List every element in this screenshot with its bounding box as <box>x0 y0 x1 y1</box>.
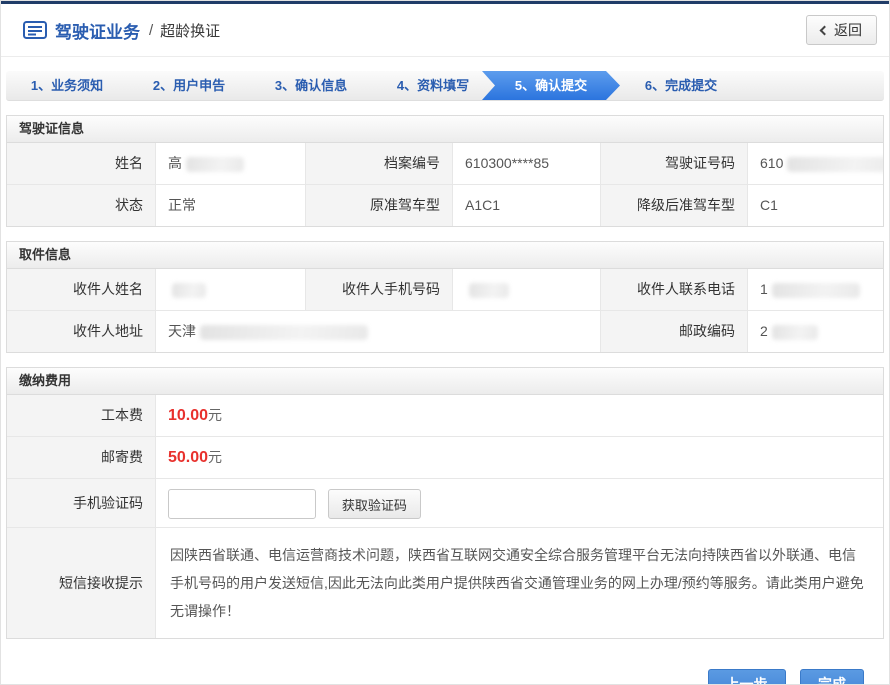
recipient-address-value: 天津 <box>155 310 600 352</box>
fees-table: 工本费 10.00元 邮寄费 50.00元 手机验证码 获取验证码 短信接收提示… <box>7 395 883 638</box>
redacted-text <box>787 157 883 172</box>
breadcrumb-current: 超龄换证 <box>160 20 220 41</box>
postal-code-value: 2 <box>747 310 883 352</box>
license-info-table: 姓名 高 档案编号 610300****85 驾驶证号码 610 状态 正常 原… <box>7 143 883 226</box>
get-code-button[interactable]: 获取验证码 <box>328 489 421 519</box>
redacted-text <box>186 157 244 172</box>
license-form-icon <box>23 21 47 39</box>
step-tab-4[interactable]: 4、资料填写 <box>372 71 494 100</box>
redacted-text <box>772 325 818 340</box>
pickup-info-table: 收件人姓名 收件人手机号码 收件人联系电话 1 收件人地址 天津 邮政编码 2 <box>7 269 883 352</box>
postage-fee-label: 邮寄费 <box>7 436 155 478</box>
pickup-info-section: 取件信息 收件人姓名 收件人手机号码 收件人联系电话 1 收件人地址 天津 邮政… <box>6 241 884 353</box>
redacted-text <box>469 283 509 298</box>
step-tabs: 1、业务须知 2、用户申告 3、确认信息 4、资料填写 5、确认提交 6、完成提… <box>6 71 884 101</box>
step-tab-1[interactable]: 1、业务须知 <box>6 71 128 100</box>
sms-tip-label: 短信接收提示 <box>7 527 155 638</box>
header: 驾驶证业务 / 超龄换证 返回 <box>1 4 889 57</box>
sms-code-label: 手机验证码 <box>7 478 155 527</box>
step-tab-5-active[interactable]: 5、确认提交 <box>482 71 620 100</box>
recipient-address-label: 收件人地址 <box>7 310 155 352</box>
production-fee-value: 10.00元 <box>155 395 883 436</box>
downgraded-class-value: C1 <box>747 184 883 226</box>
step-tab-6[interactable]: 6、完成提交 <box>620 71 742 100</box>
recipient-phone-label: 收件人联系电话 <box>600 269 747 310</box>
tab-filler <box>742 71 884 100</box>
back-button-label: 返回 <box>834 20 862 40</box>
license-info-section: 驾驶证信息 姓名 高 档案编号 610300****85 驾驶证号码 610 状… <box>6 115 884 227</box>
status-label: 状态 <box>7 184 155 226</box>
recipient-mobile-value <box>452 269 600 310</box>
postage-fee-value: 50.00元 <box>155 436 883 478</box>
production-fee-label: 工本费 <box>7 395 155 436</box>
breadcrumb-separator: / <box>149 22 153 39</box>
recipient-name-value <box>155 269 305 310</box>
finish-button[interactable]: 完成 <box>800 669 864 685</box>
status-value: 正常 <box>155 184 305 226</box>
license-info-title: 驾驶证信息 <box>7 116 883 143</box>
back-button[interactable]: 返回 <box>806 15 877 45</box>
previous-step-button[interactable]: 上一步 <box>708 669 786 685</box>
step-tab-2[interactable]: 2、用户申告 <box>128 71 250 100</box>
orig-class-value: A1C1 <box>452 184 600 226</box>
file-no-label: 档案编号 <box>305 143 452 184</box>
page-title: 驾驶证业务 <box>55 18 140 43</box>
name-label: 姓名 <box>7 143 155 184</box>
file-no-value: 610300****85 <box>452 143 600 184</box>
downgraded-class-label: 降级后准驾车型 <box>600 184 747 226</box>
recipient-phone-value: 1 <box>747 269 883 310</box>
redacted-text <box>172 283 206 298</box>
sms-code-input[interactable] <box>168 489 316 519</box>
name-value: 高 <box>155 143 305 184</box>
redacted-text <box>772 283 860 298</box>
fees-title: 缴纳费用 <box>7 368 883 395</box>
chevron-left-icon <box>820 25 830 35</box>
license-no-label: 驾驶证号码 <box>600 143 747 184</box>
postal-code-label: 邮政编码 <box>600 310 747 352</box>
redacted-text <box>200 325 368 340</box>
sms-code-row: 获取验证码 <box>155 478 883 527</box>
pickup-info-title: 取件信息 <box>7 242 883 269</box>
page: 驾驶证业务 / 超龄换证 返回 1、业务须知 2、用户申告 3、确认信息 4、资… <box>0 0 890 685</box>
sms-tip-text: 因陕西省联通、电信运营商技术问题，陕西省互联网交通安全综合服务管理平台无法向持陕… <box>155 527 883 638</box>
recipient-mobile-label: 收件人手机号码 <box>305 269 452 310</box>
fees-section: 缴纳费用 工本费 10.00元 邮寄费 50.00元 手机验证码 获取验证码 短… <box>6 367 884 639</box>
license-no-value: 610 <box>747 143 883 184</box>
step-tab-3[interactable]: 3、确认信息 <box>250 71 372 100</box>
footer-actions: 上一步 完成 <box>1 669 864 685</box>
recipient-name-label: 收件人姓名 <box>7 269 155 310</box>
orig-class-label: 原准驾车型 <box>305 184 452 226</box>
